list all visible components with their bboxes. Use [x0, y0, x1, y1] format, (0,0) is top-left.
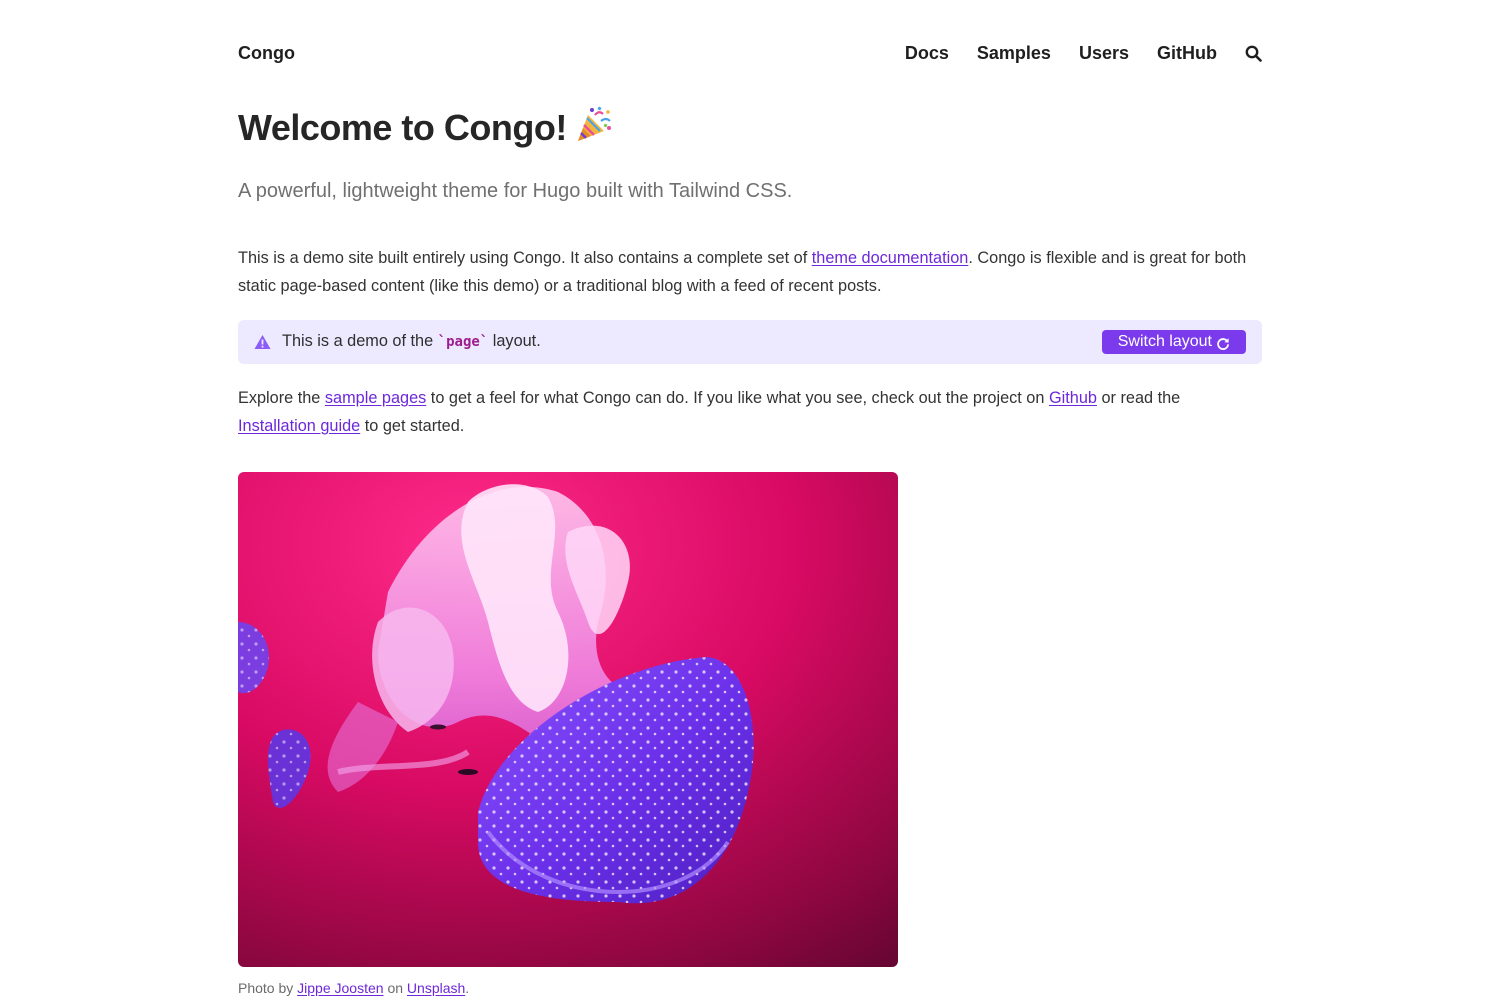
switch-layout-label: Switch layout — [1117, 333, 1212, 350]
theme-documentation-link[interactable]: theme documentation — [812, 249, 969, 267]
jellyfish-illustration — [238, 472, 898, 967]
caption-text-3: . — [465, 980, 470, 996]
explore-text-3: or read the — [1096, 389, 1181, 407]
alert-text-1: This is a demo of the — [282, 332, 438, 350]
photographer-link[interactable]: Jippe Joosten — [297, 980, 383, 996]
installation-guide-link[interactable]: Installation guide — [238, 417, 360, 435]
warning-triangle-icon — [254, 334, 271, 350]
github-link[interactable]: Github — [1049, 389, 1097, 407]
explore-text-4: to get started. — [360, 417, 465, 435]
explore-paragraph: Explore the sample pages to get a feel f… — [238, 384, 1262, 440]
alert-text-2: layout. — [488, 332, 541, 350]
sample-pages-link[interactable]: sample pages — [325, 389, 426, 407]
explore-text-2: to get a feel for what Congo can do. If … — [426, 389, 1049, 407]
explore-text-1: Explore the — [238, 389, 325, 407]
site-header: Congo Docs Samples Users GitHub — [238, 40, 1262, 68]
page-title: Welcome to Congo! — [238, 106, 613, 153]
nav-docs[interactable]: Docs — [905, 43, 949, 64]
alert-code: `page` — [437, 334, 489, 350]
nav-github[interactable]: GitHub — [1157, 43, 1217, 64]
page-title-text: Welcome to Congo! — [238, 107, 567, 148]
switch-layout-button[interactable]: Switch layout — [1101, 330, 1246, 354]
search-icon[interactable] — [1244, 44, 1262, 64]
intro-paragraph: This is a demo site built entirely using… — [238, 244, 1262, 300]
lead-text: A powerful, lightweight theme for Hugo b… — [238, 180, 793, 202]
nav-samples[interactable]: Samples — [977, 43, 1051, 64]
intro-text-1: This is a demo site built entirely using… — [238, 249, 812, 267]
caption-text-2: on — [383, 980, 407, 996]
layout-alert: This is a demo of the `page` layout. Swi… — [238, 320, 1262, 364]
nav-users[interactable]: Users — [1079, 43, 1129, 64]
caption-text-1: Photo by — [238, 980, 298, 996]
party-popper-icon — [575, 106, 613, 153]
refresh-icon — [1216, 335, 1230, 350]
site-title-link[interactable]: Congo — [238, 43, 295, 64]
main-nav: Docs Samples Users GitHub — [877, 43, 1262, 64]
image-caption: Photo by Jippe Joosten on Unsplash. — [238, 980, 469, 996]
alert-text: This is a demo of the `page` layout. — [282, 332, 541, 351]
page: Congo Docs Samples Users GitHub Welcome … — [0, 0, 1500, 1000]
hero-image — [238, 472, 898, 967]
unsplash-link[interactable]: Unsplash — [407, 980, 465, 996]
